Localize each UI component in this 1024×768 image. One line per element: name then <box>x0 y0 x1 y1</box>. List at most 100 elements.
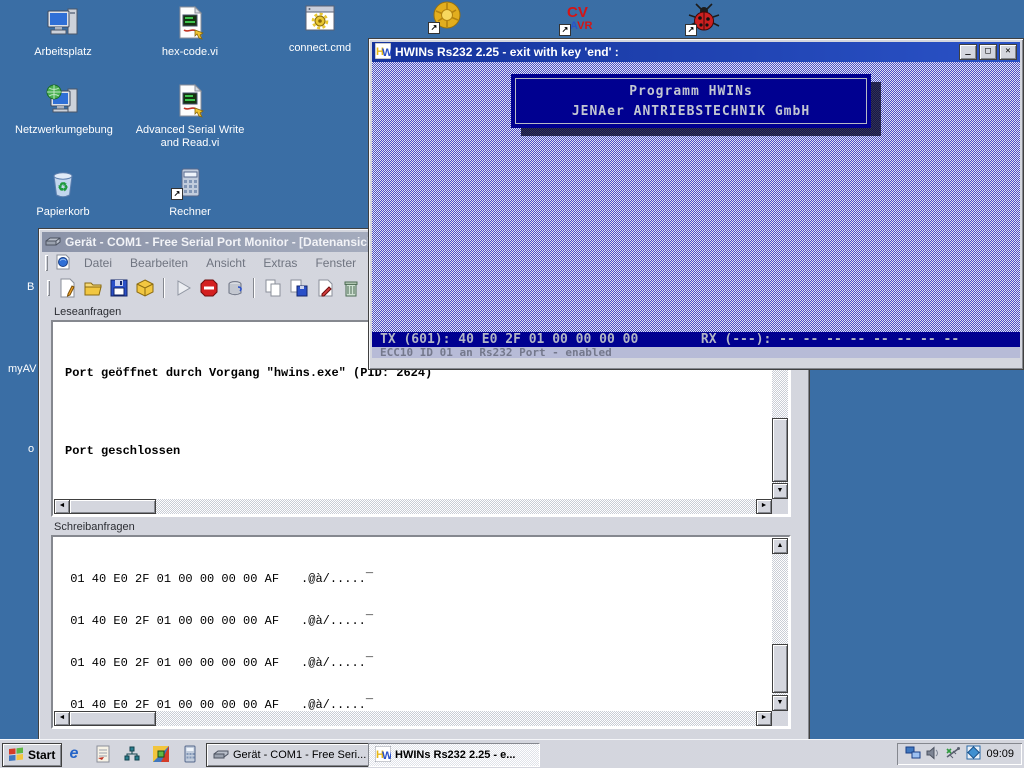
menu-extras[interactable]: Extras <box>254 253 306 273</box>
hwins-dos-window: HW HWINs Rs232 2.25 - exit with key 'end… <box>368 38 1024 370</box>
notes-icon[interactable] <box>93 744 113 764</box>
volume-icon[interactable] <box>926 745 940 763</box>
close-button[interactable]: ✕ <box>999 44 1017 60</box>
scroll-up-button[interactable]: ▲ <box>772 538 788 554</box>
toolbar-separator <box>253 278 255 298</box>
taskbar-clock[interactable]: 09:09 <box>986 748 1014 760</box>
menu-gripper[interactable] <box>45 255 48 271</box>
write-requests-pane[interactable]: 01 40 E0 2F 01 00 00 00 00 AF .@à/.....¯ … <box>51 535 791 729</box>
stop-monitoring-icon[interactable] <box>197 276 221 300</box>
start-monitoring-icon[interactable] <box>171 276 195 300</box>
mdi-document-icon[interactable] <box>55 254 71 273</box>
desktop-icon-hex-code-vi[interactable]: hex-code.vi <box>142 5 238 59</box>
desktop-icon-netzwerkumgebung[interactable]: Netzwerkumgebung <box>15 84 113 137</box>
rx-status: RX (---): -- -- -- -- -- -- -- -- <box>638 332 960 347</box>
taskbar-button-serial-monitor[interactable]: Gerät - COM1 - Free Seri... <box>206 743 372 767</box>
start-button[interactable]: Start <box>2 743 63 767</box>
desktop-icon-connect-cmd[interactable]: connect.cmd <box>272 2 368 55</box>
menu-bearbeiten[interactable]: Bearbeiten <box>121 253 197 273</box>
taskbar-button-hwins[interactable]: HW HWINs Rs232 2.25 - e... <box>368 743 540 767</box>
monitor-window-title: Gerät - COM1 - Free Serial Port Monitor … <box>65 235 375 249</box>
partial-icon-label: B <box>27 281 35 293</box>
recycle-bin-icon: ♻ <box>46 166 80 200</box>
desktop-icon-label: Papierkorb <box>36 206 90 218</box>
minimize-button[interactable]: _ <box>959 44 977 60</box>
partial-icon-label: o <box>28 443 35 455</box>
shortcut-arrow-icon: ↗ <box>428 22 440 34</box>
export-log-icon[interactable] <box>313 276 337 300</box>
device-icon <box>45 233 61 252</box>
svg-text:♻: ♻ <box>58 180 69 194</box>
desktop-icon-label: connect.cmd <box>288 42 352 54</box>
delete-icon[interactable] <box>339 276 363 300</box>
toolbar-gripper[interactable] <box>47 280 50 296</box>
log-line: Port geschlossen <box>65 444 181 458</box>
desktop-icon-bug-app[interactable]: ↗ <box>682 2 726 40</box>
tx-label: TX (601): <box>380 332 459 347</box>
dos-title-bar[interactable]: HW HWINs Rs232 2.25 - exit with key 'end… <box>372 42 1020 62</box>
open-icon[interactable] <box>81 276 105 300</box>
device-icon <box>213 747 229 764</box>
network-icon <box>46 84 80 118</box>
desktop-icon-rechner[interactable]: ↗ Rechner <box>142 166 238 219</box>
gold-app-shortcut-icon: ↗ <box>428 0 464 34</box>
desktop-icon-arbeitsplatz[interactable]: Arbeitsplatz <box>15 6 111 59</box>
write-horizontal-scrollbar[interactable]: ◄ ► <box>54 711 772 726</box>
banner-company-name: JENAer ANTRIEBSTECHNIK GmbH <box>571 103 811 119</box>
cmd-file-icon <box>303 2 337 36</box>
hwins-app-icon: HW <box>374 745 393 765</box>
desktop-icon-gold-shortcut[interactable]: ↗ <box>425 0 469 38</box>
svg-text:CV: CV <box>567 4 588 21</box>
vmware-icon[interactable] <box>966 745 981 763</box>
scroll-thumb[interactable] <box>69 711 156 726</box>
save-icon[interactable] <box>107 276 131 300</box>
hex-line: 01 40 E0 2F 01 00 00 00 00 AF .@à/.....¯ <box>63 698 374 711</box>
shortcut-arrow-icon: ↗ <box>559 24 571 36</box>
package-icon[interactable] <box>133 276 157 300</box>
system-tray: 09:09 <box>897 743 1022 765</box>
menu-ansicht[interactable]: Ansicht <box>197 253 254 273</box>
desktop-icon-label: hex-code.vi <box>161 46 219 58</box>
calculator-small-icon[interactable] <box>180 744 200 764</box>
calculator-icon: ↗ <box>171 166 207 200</box>
toolbar-separator <box>163 278 165 298</box>
maximize-button[interactable]: □ <box>979 44 997 60</box>
desktop-icon-advanced-serial-vi[interactable]: Advanced Serial Write and Read.vi <box>134 83 246 150</box>
read-pane-label: Leseanfragen <box>54 306 122 318</box>
save-all-icon[interactable] <box>287 276 311 300</box>
scroll-thumb[interactable] <box>69 499 156 514</box>
internet-explorer-icon[interactable]: e <box>64 744 84 764</box>
write-log: 01 40 E0 2F 01 00 00 00 00 AF .@à/.....¯ … <box>53 538 772 711</box>
new-session-icon[interactable] <box>55 276 79 300</box>
hex-line: 01 40 E0 2F 01 00 00 00 00 AF .@à/.....¯ <box>63 614 374 628</box>
usb-device-icon[interactable] <box>945 746 961 763</box>
labview-file-icon <box>173 83 207 118</box>
scroll-left-button[interactable]: ◄ <box>54 499 70 514</box>
write-vertical-scrollbar[interactable]: ▲ ▼ <box>772 538 788 711</box>
hex-line: 01 40 E0 2F 01 00 00 00 00 AF .@à/.....¯ <box>63 656 374 670</box>
menu-fenster[interactable]: Fenster <box>306 253 365 273</box>
copy-icon[interactable] <box>261 276 285 300</box>
shortcut-arrow-icon: ↗ <box>685 24 697 36</box>
dos-screen[interactable]: Programm HWINs JENAer ANTRIEBSTECHNIK Gm… <box>372 62 1020 358</box>
scrollbar-corner <box>772 711 788 726</box>
scroll-right-button[interactable]: ► <box>756 499 772 514</box>
scroll-down-button[interactable]: ▼ <box>772 483 788 499</box>
clear-icon[interactable] <box>223 276 247 300</box>
network-status-icon[interactable] <box>905 746 921 763</box>
desktop-icon-codevision-avr[interactable]: CV AVR ↗ <box>556 2 600 40</box>
scroll-down-button[interactable]: ▼ <box>772 695 788 711</box>
read-horizontal-scrollbar[interactable]: ◄ ► <box>54 499 772 514</box>
scroll-right-button[interactable]: ► <box>756 711 772 726</box>
scroll-thumb[interactable] <box>772 418 788 482</box>
desktop: Arbeitsplatz hex-code.vi connect.cmd Net… <box>0 0 1024 768</box>
task-label: HWINs Rs232 2.25 - e... <box>395 749 516 761</box>
banner-program-name: Programm HWINs <box>629 83 753 99</box>
scroll-left-button[interactable]: ◄ <box>54 711 70 726</box>
menu-datei[interactable]: Datei <box>75 253 121 273</box>
scroll-thumb[interactable] <box>772 644 788 693</box>
desktop-icon-papierkorb[interactable]: ♻ Papierkorb <box>15 166 111 219</box>
desktop-icon-label: Netzwerkumgebung <box>15 124 113 136</box>
bascom-avr-icon[interactable] <box>151 744 171 764</box>
network-tree-icon[interactable] <box>122 744 142 764</box>
